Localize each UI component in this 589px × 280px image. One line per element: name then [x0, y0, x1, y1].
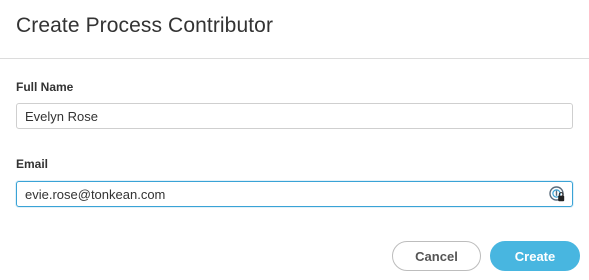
cancel-button[interactable]: Cancel [392, 241, 481, 271]
password-manager-icon[interactable] [549, 186, 565, 202]
full-name-input[interactable] [16, 103, 573, 129]
email-input[interactable] [16, 181, 573, 207]
dialog-title: Create Process Contributor [16, 14, 274, 37]
create-contributor-dialog: Create Process Contributor Full Name Ema… [0, 0, 589, 280]
email-label: Email [16, 157, 49, 171]
create-button[interactable]: Create [490, 241, 580, 271]
dialog-header: Create Process Contributor [0, 0, 589, 59]
full-name-label: Full Name [16, 80, 74, 94]
